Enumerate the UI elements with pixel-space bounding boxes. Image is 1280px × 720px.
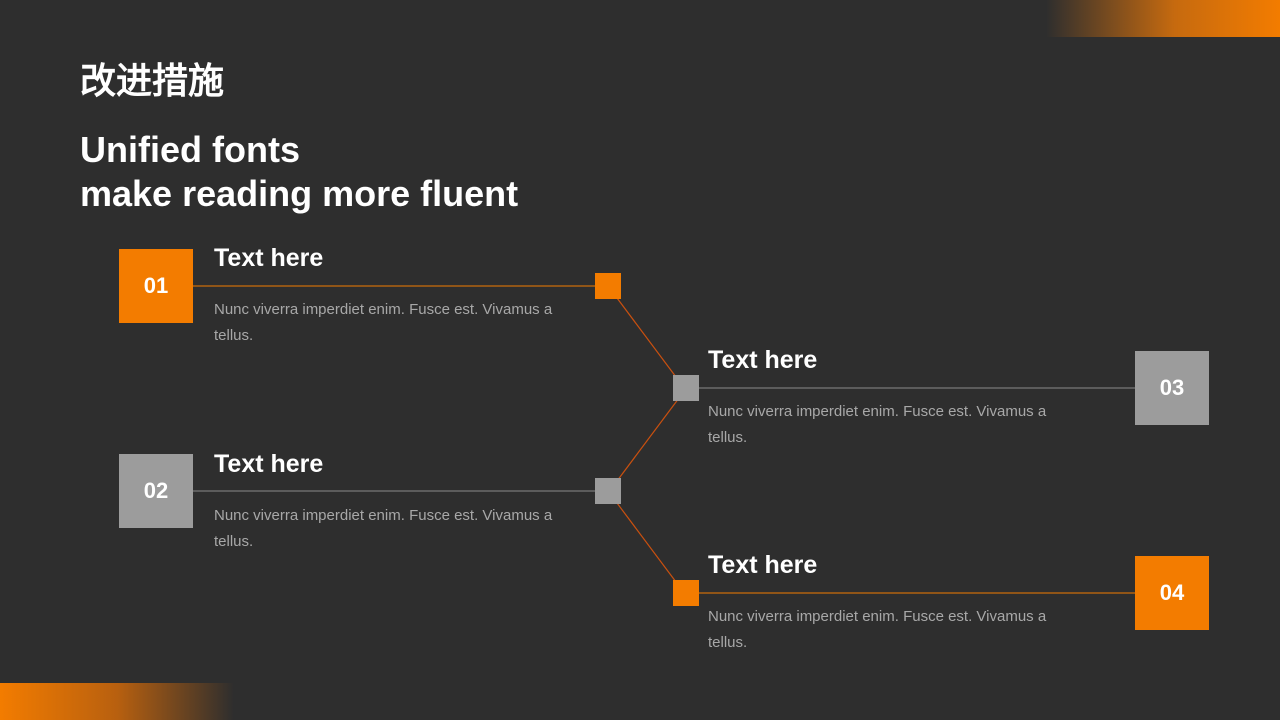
number-badge-04: 04 bbox=[1135, 556, 1209, 630]
connector-03-02 bbox=[616, 397, 680, 482]
number-badge-01: 01 bbox=[119, 249, 193, 323]
node-04 bbox=[673, 580, 699, 606]
item-title-01: Text here bbox=[214, 244, 324, 272]
item-title-03: Text here bbox=[708, 346, 818, 374]
number-badge-03: 03 bbox=[1135, 351, 1209, 425]
item-desc-03: Nunc viverra imperdiet enim. Fusce est. … bbox=[708, 403, 1047, 446]
connector-01-03 bbox=[616, 297, 680, 382]
number-badge-02: 02 bbox=[119, 454, 193, 528]
item-desc-01: Nunc viverra imperdiet enim. Fusce est. … bbox=[214, 301, 553, 344]
node-01 bbox=[595, 273, 621, 299]
connector-lines bbox=[193, 285, 1135, 594]
connector-02-04 bbox=[616, 502, 680, 587]
node-03 bbox=[673, 375, 699, 401]
item-title-04: Text here bbox=[708, 551, 818, 579]
item-title-02: Text here bbox=[214, 450, 324, 478]
item-desc-04: Nunc viverra imperdiet enim. Fusce est. … bbox=[708, 608, 1047, 651]
item-desc-02: Nunc viverra imperdiet enim. Fusce est. … bbox=[214, 507, 553, 550]
node-02 bbox=[595, 478, 621, 504]
